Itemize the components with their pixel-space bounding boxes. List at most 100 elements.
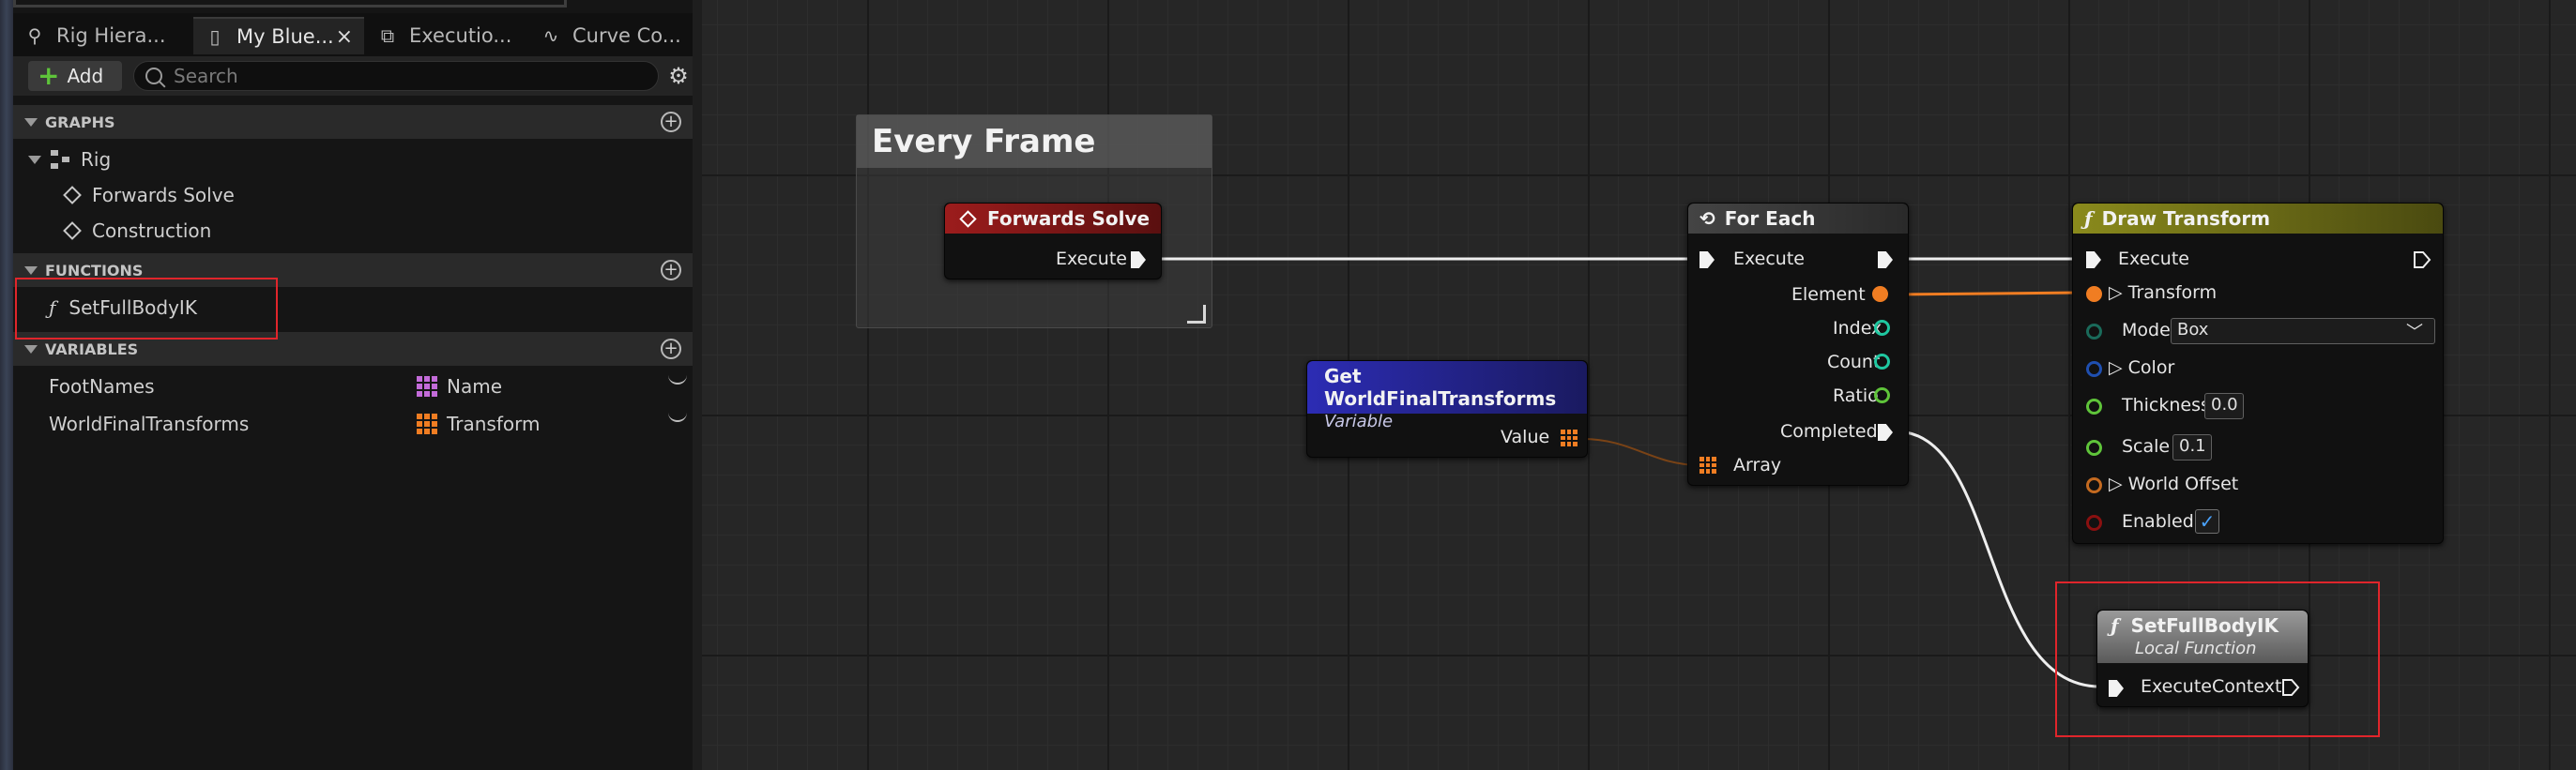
exec-output-pin[interactable] — [1878, 251, 1893, 268]
pin-label: Scale — [2122, 436, 2171, 457]
array-grid-icon — [417, 414, 437, 434]
variable-name: WorldFinalTransforms — [49, 413, 250, 435]
pin-label: Thickness — [2122, 395, 2210, 415]
tab-rig-hierarchy[interactable]: ⚲ Rig Hiera... — [13, 17, 191, 54]
ratio-output-pin[interactable] — [1874, 387, 1890, 403]
event-diamond-icon — [63, 221, 82, 240]
transform-input-pin[interactable] — [2086, 286, 2102, 302]
variable-type[interactable]: Name — [417, 375, 502, 398]
count-output-pin[interactable] — [1874, 354, 1890, 370]
section-title: GRAPHS — [45, 113, 115, 131]
curve-icon: ∿ — [542, 24, 559, 47]
add-button[interactable]: + Add — [28, 61, 122, 91]
enabled-input-pin[interactable] — [2086, 515, 2102, 531]
node-title: Get WorldFinalTransforms — [1324, 365, 1557, 410]
tab-label: Rig Hiera... — [56, 24, 166, 47]
close-icon[interactable]: × — [336, 25, 353, 49]
exec-output-pin-hollow[interactable] — [2413, 250, 2431, 269]
section-title: FUNCTIONS — [45, 261, 144, 279]
section-title: VARIABLES — [45, 340, 139, 358]
mode-input-pin[interactable] — [2086, 324, 2102, 340]
color-input-pin[interactable] — [2086, 361, 2102, 377]
tab-label: Curve Co... — [572, 24, 681, 47]
node-for-each[interactable]: ⟲ For Each Execute Element Index Count R… — [1687, 203, 1909, 486]
chevron-down-icon — [24, 117, 38, 127]
panel-top-border — [13, 0, 567, 8]
add-graph-icon[interactable]: + — [661, 112, 681, 132]
pin-label: Execute — [1733, 249, 1805, 269]
mode-value: Box — [2177, 320, 2209, 340]
index-output-pin[interactable] — [1874, 320, 1890, 336]
pin-label: Execute — [2118, 249, 2189, 269]
search-input[interactable]: Search — [133, 61, 659, 91]
node-header[interactable]: ƒ Draw Transform — [2073, 204, 2443, 234]
pin-label: Enabled — [2122, 511, 2194, 532]
node-draw-transform[interactable]: ƒ Draw Transform Execute ▷ Transform Mod… — [2072, 203, 2444, 544]
tree-item-rig[interactable]: Rig — [28, 143, 111, 176]
event-diamond-icon — [63, 186, 82, 204]
rig-graph-icon — [51, 150, 71, 169]
exec-output-pin[interactable] — [1131, 251, 1146, 268]
element-output-pin[interactable] — [1872, 286, 1888, 302]
thickness-input-pin[interactable] — [2086, 399, 2102, 415]
array-output-pin[interactable] — [1561, 430, 1578, 446]
add-function-icon[interactable]: + — [661, 260, 681, 280]
tree-item-forwards-solve[interactable]: Forwards Solve — [62, 178, 235, 212]
plus-icon: + — [38, 60, 60, 91]
chevron-down-icon — [24, 265, 38, 275]
node-title: For Each — [1724, 207, 1816, 230]
variable-row-worldfinaltransforms[interactable]: WorldFinalTransforms Transform — [13, 405, 693, 441]
thickness-field[interactable]: 0.0 — [2204, 393, 2244, 419]
node-get-worldfinaltransforms[interactable]: Get WorldFinalTransforms Variable Value — [1306, 360, 1588, 458]
search-icon — [145, 68, 162, 84]
pin-label-world-offset: ▷ World Offset — [2109, 474, 2239, 494]
tree-item-construction[interactable]: Construction — [62, 214, 211, 248]
node-header[interactable]: ⟲ For Each — [1688, 204, 1908, 234]
tab-execution-stack[interactable]: ⧉ Executio... — [366, 17, 526, 54]
pin-label: Ratio — [1833, 385, 1879, 406]
loop-icon: ⟲ — [1700, 207, 1715, 230]
eye-closed-icon[interactable] — [668, 375, 687, 385]
tree-item-label: Rig — [81, 148, 112, 171]
scale-field[interactable]: 0.1 — [2172, 434, 2212, 460]
node-forwards-solve[interactable]: Forwards Solve Execute — [944, 203, 1162, 279]
pin-label: Completed — [1780, 421, 1878, 442]
add-variable-icon[interactable]: + — [661, 339, 681, 359]
window-edge — [0, 0, 13, 770]
array-input-pin[interactable] — [1700, 457, 1716, 474]
world-offset-input-pin[interactable] — [2086, 477, 2102, 493]
exec-input-pin[interactable] — [2086, 251, 2101, 268]
section-graphs[interactable]: GRAPHS + — [13, 105, 693, 139]
resize-handle-icon[interactable] — [1187, 305, 1206, 324]
pin-label: Mode — [2122, 320, 2171, 340]
variable-type[interactable]: Transform — [417, 413, 540, 435]
tab-my-blueprint[interactable]: ▯ My Blue... × — [193, 17, 364, 54]
pin-label: Execute — [1056, 249, 1127, 269]
scale-input-pin[interactable] — [2086, 440, 2102, 456]
mode-dropdown[interactable]: Box ﹀ — [2171, 318, 2435, 344]
pin-label-transform: ▷ Transform — [2109, 282, 2218, 303]
pin-label-color: ▷ Color — [2109, 357, 2175, 378]
gear-icon[interactable]: ⚙ — [666, 64, 691, 88]
variable-type-label: Name — [447, 375, 503, 398]
pin-label: Value — [1501, 427, 1550, 447]
function-icon: ƒ — [2084, 207, 2093, 230]
node-title: Forwards Solve — [987, 207, 1151, 230]
variable-type-label: Transform — [447, 413, 541, 435]
node-header[interactable]: Forwards Solve — [945, 204, 1161, 234]
enabled-checkbox[interactable]: ✓ — [2195, 509, 2219, 534]
exec-input-pin[interactable] — [1700, 251, 1715, 268]
panel-splitter[interactable] — [693, 0, 702, 770]
completed-exec-pin[interactable] — [1878, 424, 1893, 441]
highlight-box-function — [15, 278, 278, 340]
node-header[interactable]: Get WorldFinalTransforms Variable — [1307, 361, 1587, 431]
tree-item-label: Forwards Solve — [92, 184, 235, 206]
toolbar: + Add Search ⚙ — [13, 56, 693, 96]
execution-stack-icon: ⧉ — [380, 24, 395, 47]
add-button-label: Add — [67, 65, 104, 87]
pin-label: Array — [1733, 455, 1782, 476]
eye-closed-icon[interactable] — [668, 413, 687, 422]
tab-bar: ⚲ Rig Hiera... ▯ My Blue... × ⧉ Executio… — [13, 13, 693, 56]
tab-curve-container[interactable]: ∿ Curve Co... — [529, 17, 693, 54]
variable-row-footnames[interactable]: FootNames Name — [13, 368, 693, 403]
